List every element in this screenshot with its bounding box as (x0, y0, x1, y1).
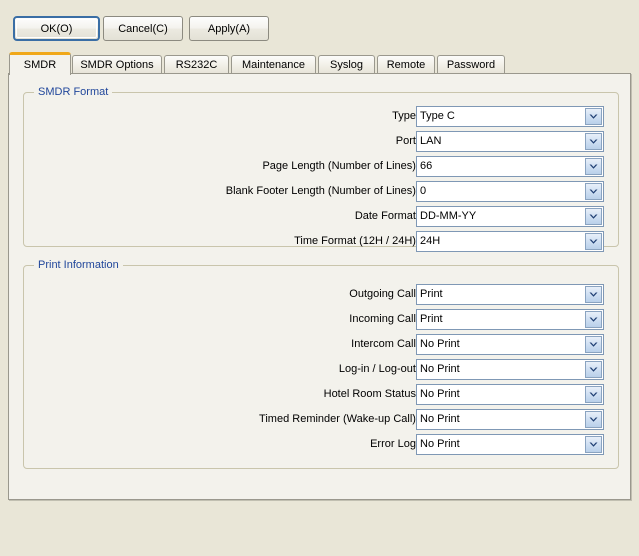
apply-button-label: Apply(A) (208, 23, 250, 35)
field-row-incoming-call: Incoming Call: Print (24, 309, 604, 330)
field-row-error-log: Error Log: No Print (24, 434, 604, 455)
tab-syslog-label: Syslog (330, 59, 363, 71)
timed-reminder-label: Timed Reminder (Wake-up Call): (259, 409, 419, 430)
type-combobox[interactable]: Type C (416, 106, 604, 127)
outgoing-call-combobox[interactable]: Print (416, 284, 604, 305)
timed-reminder-combobox[interactable]: No Print (416, 409, 604, 430)
dialog-button-bar: OK(O) Cancel(C) Apply(A) (0, 0, 639, 48)
date-format-combobox-value: DD-MM-YY (417, 207, 585, 226)
login-logout-combobox[interactable]: No Print (416, 359, 604, 380)
tab-maintenance-label: Maintenance (242, 59, 305, 71)
port-combobox-value: LAN (417, 132, 585, 151)
tab-maintenance[interactable]: Maintenance (231, 55, 316, 74)
tab-smdr-label: SMDR (24, 59, 56, 71)
ok-button-label: OK(O) (41, 23, 73, 35)
chevron-down-icon[interactable] (585, 233, 602, 250)
page-length-combobox-value: 66 (417, 157, 585, 176)
tab-smdr-options[interactable]: SMDR Options (72, 55, 162, 74)
port-combobox[interactable]: LAN (416, 131, 604, 152)
intercom-call-label: Intercom Call: (351, 334, 419, 355)
smdr-format-group-title: SMDR Format (34, 86, 112, 98)
chevron-down-icon[interactable] (585, 108, 602, 125)
cancel-button-label: Cancel(C) (118, 23, 168, 35)
field-row-page-length: Page Length (Number of Lines): 66 (24, 156, 604, 177)
outgoing-call-label: Outgoing Call: (349, 284, 419, 305)
chevron-down-icon[interactable] (585, 411, 602, 428)
hotel-room-status-label: Hotel Room Status: (324, 384, 419, 405)
chevron-down-icon[interactable] (585, 133, 602, 150)
chevron-down-icon[interactable] (585, 286, 602, 303)
error-log-combobox[interactable]: No Print (416, 434, 604, 455)
chevron-down-icon[interactable] (585, 183, 602, 200)
tab-password-label: Password (447, 59, 495, 71)
apply-button[interactable]: Apply(A) (189, 16, 269, 41)
error-log-label: Error Log: (370, 434, 419, 455)
blank-footer-length-combobox[interactable]: 0 (416, 181, 604, 202)
hotel-room-status-combobox[interactable]: No Print (416, 384, 604, 405)
blank-footer-length-label: Blank Footer Length (Number of Lines): (226, 181, 419, 202)
incoming-call-combobox-value: Print (417, 310, 585, 329)
tab-smdr[interactable]: SMDR (9, 52, 71, 75)
type-combobox-value: Type C (417, 107, 585, 126)
time-format-combobox-value: 24H (417, 232, 585, 251)
login-logout-combobox-value: No Print (417, 360, 585, 379)
time-format-label: Time Format (12H / 24H): (294, 231, 419, 252)
tab-rs232c-label: RS232C (176, 59, 218, 71)
login-logout-label: Log-in / Log-out: (339, 359, 419, 380)
chevron-down-icon[interactable] (585, 208, 602, 225)
print-information-group: Print Information Outgoing Call: Print I… (23, 265, 619, 469)
field-row-outgoing-call: Outgoing Call: Print (24, 284, 604, 305)
field-row-time-format: Time Format (12H / 24H): 24H (24, 231, 604, 252)
chevron-down-icon[interactable] (585, 311, 602, 328)
tab-remote-label: Remote (387, 59, 426, 71)
tab-password[interactable]: Password (437, 55, 505, 74)
tab-strip: SMDR SMDR Options RS232C Maintenance Sys… (9, 52, 631, 74)
ok-button[interactable]: OK(O) (13, 16, 100, 41)
tab-syslog[interactable]: Syslog (318, 55, 375, 74)
field-row-hotel-room-status: Hotel Room Status: No Print (24, 384, 604, 405)
outgoing-call-combobox-value: Print (417, 285, 585, 304)
field-row-type: Type: Type C (24, 106, 604, 127)
type-label: Type: (392, 106, 419, 127)
incoming-call-label: Incoming Call: (349, 309, 419, 330)
time-format-combobox[interactable]: 24H (416, 231, 604, 252)
incoming-call-combobox[interactable]: Print (416, 309, 604, 330)
chevron-down-icon[interactable] (585, 386, 602, 403)
blank-footer-length-combobox-value: 0 (417, 182, 585, 201)
date-format-label: Date Format: (355, 206, 419, 227)
field-row-port: Port: LAN (24, 131, 604, 152)
field-row-timed-reminder: Timed Reminder (Wake-up Call): No Print (24, 409, 604, 430)
page-length-combobox[interactable]: 66 (416, 156, 604, 177)
print-information-group-title: Print Information (34, 259, 123, 271)
field-row-intercom-call: Intercom Call: No Print (24, 334, 604, 355)
error-log-combobox-value: No Print (417, 435, 585, 454)
intercom-call-combobox-value: No Print (417, 335, 585, 354)
smdr-format-group: SMDR Format Type: Type C Port: LAN Page … (23, 92, 619, 247)
field-row-date-format: Date Format: DD-MM-YY (24, 206, 604, 227)
tab-smdr-options-label: SMDR Options (80, 59, 153, 71)
page-length-label: Page Length (Number of Lines): (262, 156, 419, 177)
chevron-down-icon[interactable] (585, 436, 602, 453)
field-row-login-logout: Log-in / Log-out: No Print (24, 359, 604, 380)
field-row-blank-footer-length: Blank Footer Length (Number of Lines): 0 (24, 181, 604, 202)
tab-remote[interactable]: Remote (377, 55, 435, 74)
cancel-button[interactable]: Cancel(C) (103, 16, 183, 41)
chevron-down-icon[interactable] (585, 158, 602, 175)
date-format-combobox[interactable]: DD-MM-YY (416, 206, 604, 227)
intercom-call-combobox[interactable]: No Print (416, 334, 604, 355)
timed-reminder-combobox-value: No Print (417, 410, 585, 429)
chevron-down-icon[interactable] (585, 336, 602, 353)
tab-rs232c[interactable]: RS232C (164, 55, 229, 74)
tab-content-panel: SMDR Format Type: Type C Port: LAN Page … (8, 73, 631, 500)
hotel-room-status-combobox-value: No Print (417, 385, 585, 404)
chevron-down-icon[interactable] (585, 361, 602, 378)
